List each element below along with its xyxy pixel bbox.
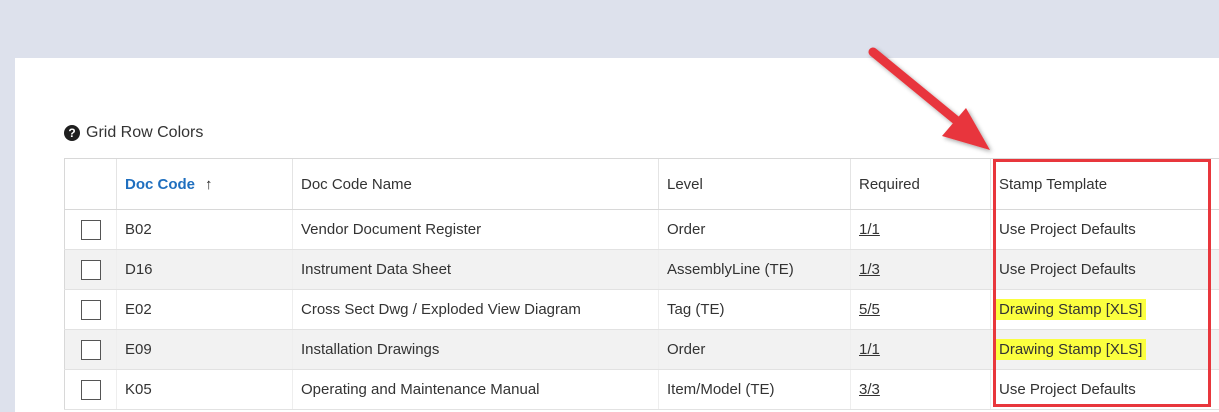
row-checkbox[interactable] [81,379,101,400]
doc-code-name-cell: Vendor Document Register [292,209,659,250]
stamp-template-value: Use Project Defaults [999,381,1136,398]
doc-code-table: Doc Code ↑ Doc Code Name Level Required S… [64,158,1219,410]
table-row[interactable]: D16 Instrument Data Sheet AssemblyLine (… [64,249,1219,290]
column-header-label[interactable]: Doc Code [125,176,195,193]
table-row[interactable]: B02 Vendor Document Register Order 1/1 U… [64,209,1219,250]
required-cell: 1/1 [850,209,991,250]
select-all-header [64,158,117,210]
header-row: Doc Code ↑ Doc Code Name Level Required S… [64,158,1219,210]
grid-row-colors-label[interactable]: Grid Row Colors [86,124,203,142]
table-row[interactable]: K05 Operating and Maintenance Manual Ite… [64,369,1219,410]
doc-code-name-cell: Instrument Data Sheet [292,249,659,290]
required-cell: 3/3 [850,369,991,410]
doc-code-cell: E09 [116,329,293,370]
row-checkbox[interactable] [81,299,101,320]
column-header-label[interactable]: Required [859,176,920,193]
column-header-doc-code-name[interactable]: Doc Code Name [292,158,659,210]
column-header-level[interactable]: Level [658,158,851,210]
stamp-template-cell: Use Project Defaults [990,209,1219,250]
row-checkbox[interactable] [81,219,101,240]
doc-code-cell: B02 [116,209,293,250]
row-checkbox[interactable] [81,259,101,280]
doc-code-grid: Doc Code ↑ Doc Code Name Level Required S… [64,158,1219,412]
stamp-template-value: Use Project Defaults [999,221,1136,238]
level-cell: Order [658,209,851,250]
required-link[interactable]: 5/5 [859,301,880,318]
required-cell: 1/1 [850,329,991,370]
doc-code-name-cell: Cross Sect Dwg / Exploded View Diagram [292,289,659,330]
stamp-template-cell: Drawing Stamp [XLS] [990,329,1219,370]
table-row[interactable]: E09 Installation Drawings Order 1/1 Draw… [64,329,1219,370]
stamp-template-value-highlighted: Drawing Stamp [XLS] [995,299,1147,320]
question-circle-icon[interactable]: ? [64,125,80,141]
doc-code-cell: K05 [116,369,293,410]
column-header-required[interactable]: Required [850,158,991,210]
level-cell: Tag (TE) [658,289,851,330]
column-header-doc-code[interactable]: Doc Code ↑ [116,158,293,210]
required-link[interactable]: 1/3 [859,261,880,278]
row-select-cell [64,289,117,330]
row-select-cell [64,369,117,410]
stamp-template-cell: Use Project Defaults [990,249,1219,290]
row-select-cell [64,329,117,370]
table-row[interactable]: E02 Cross Sect Dwg / Exploded View Diagr… [64,289,1219,330]
required-link[interactable]: 1/1 [859,341,880,358]
doc-code-cell: E02 [116,289,293,330]
sort-ascending-icon[interactable]: ↑ [205,176,213,193]
required-link[interactable]: 3/3 [859,381,880,398]
row-select-cell [64,209,117,250]
column-header-label[interactable]: Doc Code Name [301,176,412,193]
doc-code-name-cell: Installation Drawings [292,329,659,370]
row-select-cell [64,249,117,290]
required-cell: 5/5 [850,289,991,330]
column-header-stamp-template[interactable]: Stamp Template [990,158,1219,210]
doc-code-name-cell: Operating and Maintenance Manual [292,369,659,410]
stamp-template-value: Use Project Defaults [999,261,1136,278]
column-header-label[interactable]: Level [667,176,703,193]
grid-row-colors-link[interactable]: ? Grid Row Colors [64,122,203,144]
stamp-template-cell: Drawing Stamp [XLS] [990,289,1219,330]
level-cell: Item/Model (TE) [658,369,851,410]
level-cell: Order [658,329,851,370]
required-link[interactable]: 1/1 [859,221,880,238]
required-cell: 1/3 [850,249,991,290]
stamp-template-cell: Use Project Defaults [990,369,1219,410]
left-margin-band [0,58,15,412]
top-banner [0,0,1219,58]
level-cell: AssemblyLine (TE) [658,249,851,290]
doc-code-cell: D16 [116,249,293,290]
column-header-label[interactable]: Stamp Template [999,176,1107,193]
stamp-template-value-highlighted: Drawing Stamp [XLS] [995,339,1147,360]
row-checkbox[interactable] [81,339,101,360]
